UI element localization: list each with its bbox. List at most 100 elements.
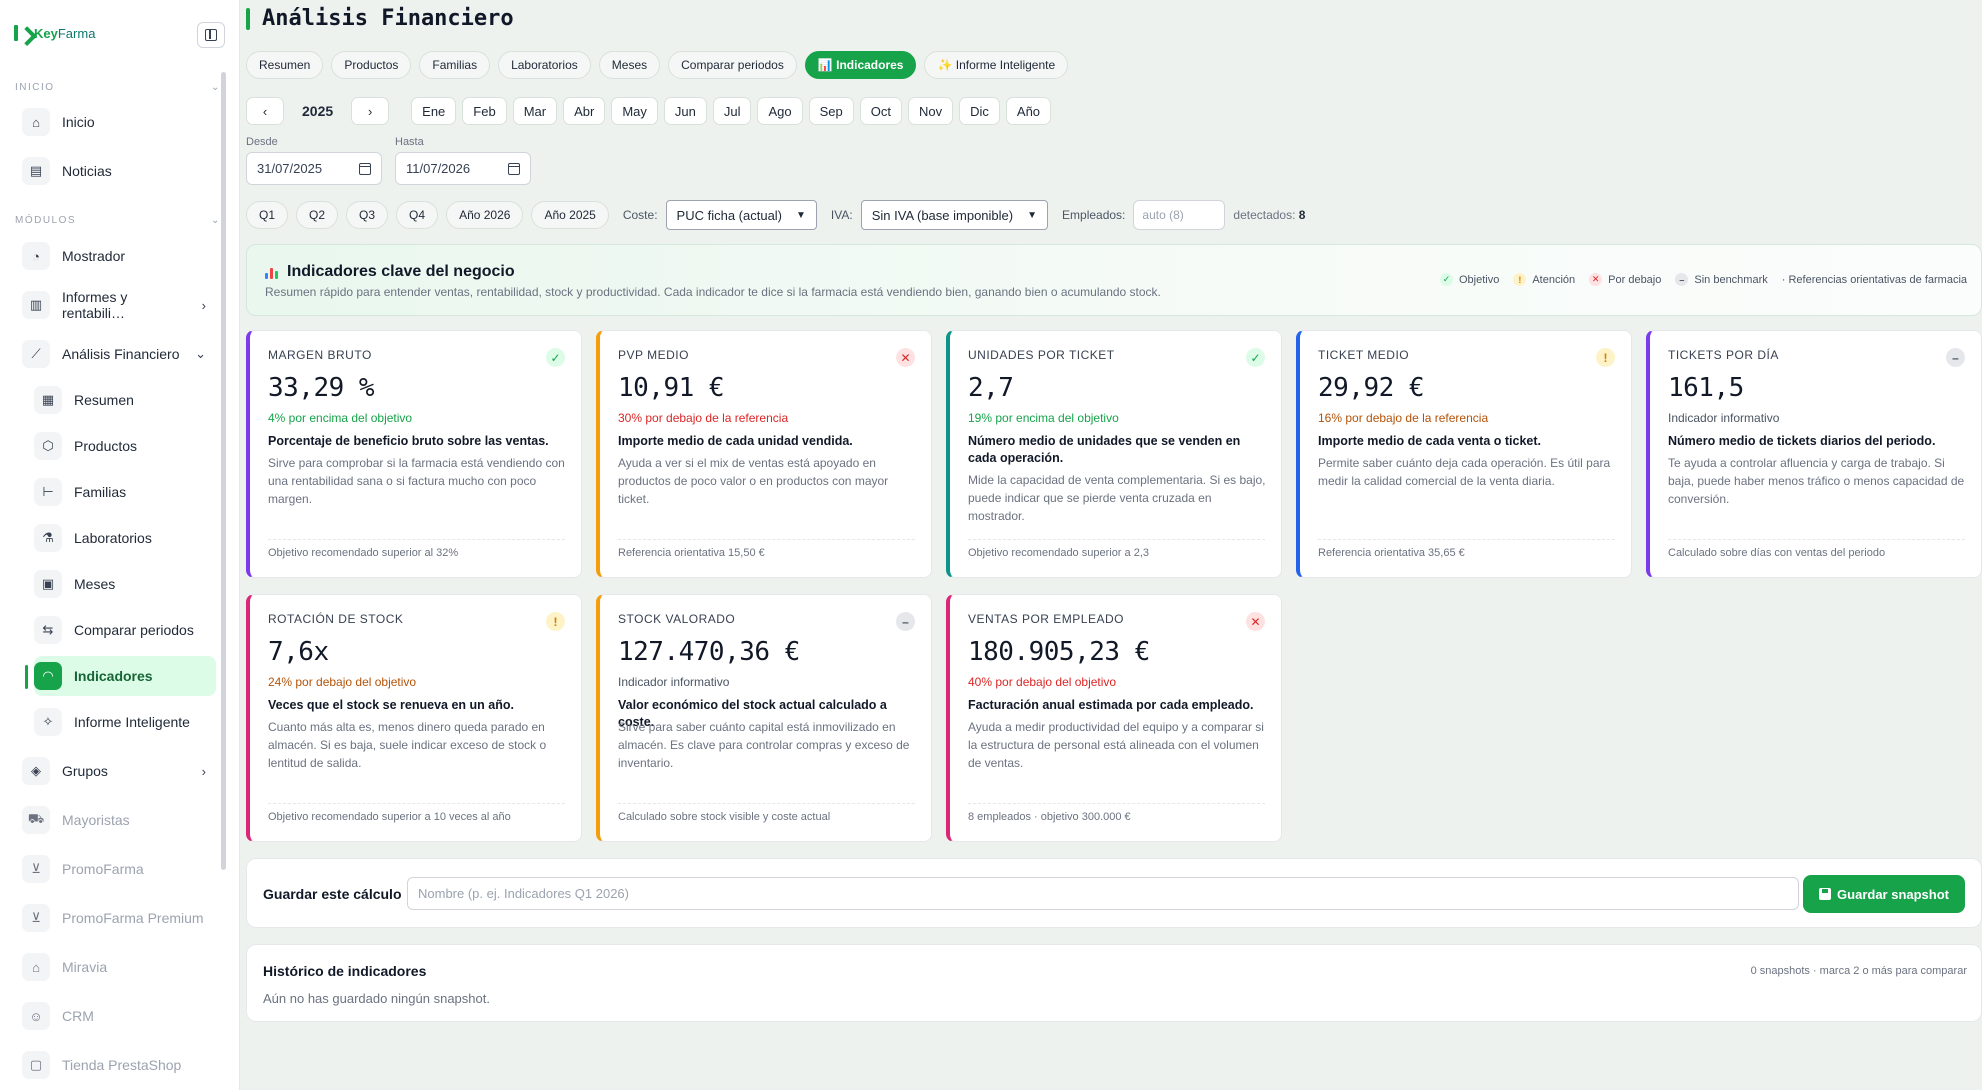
sidebar-subitem-indicadores[interactable]: ◠ Indicadores <box>34 656 216 696</box>
filter-row: Q1 Q2 Q3 Q4 Año 2026 Año 2025 Coste: PUC… <box>246 200 1305 230</box>
save-snapshot-button[interactable]: Guardar snapshot <box>1803 875 1965 913</box>
sidebar-subitem-meses[interactable]: ▣ Meses <box>34 564 216 604</box>
month-button[interactable]: Abr <box>563 97 606 125</box>
legend-item-sin-benchmark: – Sin benchmark <box>1675 273 1768 286</box>
month-button[interactable]: Ago <box>757 97 803 125</box>
sidebar-subitem-resumen[interactable]: ▦ Resumen <box>34 380 216 420</box>
sidebar-item-label: Miravia <box>62 959 108 975</box>
sidebar-item-informes[interactable]: ▥ Informes y rentabili… › <box>18 285 216 325</box>
sidebar-item-miravia[interactable]: ⌂ Miravia <box>18 947 216 987</box>
sidebar-item-label: Meses <box>74 576 116 592</box>
month-button[interactable]: Jun <box>663 97 707 125</box>
truck-icon: ⛟ <box>22 806 50 834</box>
iva-value: Sin IVA (base imponible) <box>871 207 1014 223</box>
chevron-down-icon[interactable]: ⌄ <box>211 215 219 226</box>
month-button[interactable]: Feb <box>462 97 507 125</box>
sidebar-item-tienda-prestashop[interactable]: ▢ Tienda PrestaShop <box>18 1045 216 1085</box>
x-icon: ✕ <box>1246 612 1265 631</box>
tab-informe-inteligente[interactable]: ✨ Informe Inteligente <box>924 51 1069 79</box>
sidebar-item-label: Productos <box>74 438 138 454</box>
sidebar-subitem-informe-inteligente[interactable]: ✧ Informe Inteligente <box>34 702 216 742</box>
date-from-input[interactable]: 31/07/2025 <box>246 152 382 185</box>
sidebar-item-analisis-financiero[interactable]: ⟋ Análisis Financiero ⌄ <box>18 334 216 374</box>
kpi-legend: ✓ Objetivo ! Atención ✕ Por debajo – Sin ben… <box>1439 273 1967 286</box>
tab-comparar-periodos[interactable]: Comparar periodos <box>668 51 797 79</box>
month-button[interactable]: May <box>611 97 658 125</box>
next-year-button[interactable]: › <box>351 97 390 125</box>
sidebar-item-promofarma[interactable]: ⊻ PromoFarma <box>18 849 216 889</box>
home-icon: ⌂ <box>22 108 50 136</box>
sidebar-item-label: Laboratorios <box>74 530 152 546</box>
tab-meses[interactable]: Meses <box>598 51 661 79</box>
sidebar-subitem-familias[interactable]: ⊢ Familias <box>34 472 216 512</box>
chevron-down-icon: ▼ <box>796 209 806 221</box>
sidebar-item-inicio[interactable]: ⌂ Inicio <box>18 102 216 142</box>
kpi-card-status: 40% por debajo del objetivo <box>968 675 1117 689</box>
date-from-label: Desde <box>246 136 278 148</box>
sidebar-item-label: Análisis Financiero <box>62 346 180 362</box>
full-year-button[interactable]: Año <box>1005 97 1052 125</box>
sidebar-subitem-laboratorios[interactable]: ⚗ Laboratorios <box>34 518 216 558</box>
quick-filter-q1[interactable]: Q1 <box>246 201 289 229</box>
month-button[interactable]: Oct <box>859 97 902 125</box>
chevron-down-icon[interactable]: ⌄ <box>211 82 219 93</box>
sidebar-item-mostrador[interactable]: ◔ Mostrador <box>18 236 216 276</box>
kpi-panel-title: Indicadores clave del negocio <box>265 263 515 281</box>
coste-select[interactable]: PUC ficha (actual) ▼ <box>665 200 817 230</box>
kpi-card-headline: Veces que el stock se renueva en un año. <box>268 698 514 712</box>
tab-indicadores[interactable]: 📊 Indicadores <box>804 51 917 79</box>
kpi-card-headline: Facturación anual estimada por cada empl… <box>968 698 1254 712</box>
kpi-card-label: VENTAS POR EMPLEADO <box>968 612 1124 626</box>
kpi-card-status: Indicador informativo <box>618 675 730 689</box>
iva-select[interactable]: Sin IVA (base imponible) ▼ <box>860 200 1049 230</box>
quick-filter-year-2026[interactable]: Año 2026 <box>446 201 524 229</box>
tab-productos[interactable]: Productos <box>331 51 412 79</box>
sidebar-subitem-productos[interactable]: ⬡ Productos <box>34 426 216 466</box>
sidebar-item-label: Mostrador <box>62 248 126 264</box>
year-label: 2025 <box>302 103 334 119</box>
quick-filter-q2[interactable]: Q2 <box>296 201 339 229</box>
legend-item-atencion: ! Atención <box>1513 273 1575 286</box>
sidebar-item-crm[interactable]: ☺ CRM <box>18 996 216 1036</box>
month-button[interactable]: Mar <box>512 97 558 125</box>
kpi-card-label: UNIDADES POR TICKET <box>968 348 1115 362</box>
kpi-card-description: Sirve para saber cuánto capital está inm… <box>618 720 910 770</box>
prev-year-button[interactable]: ‹ <box>246 97 284 125</box>
history-panel: Histórico de indicadores 0 snapshots · m… <box>246 944 1982 1022</box>
tab-familias[interactable]: Familias <box>419 51 491 79</box>
month-button[interactable]: Jul <box>712 97 752 125</box>
month-button[interactable]: Dic <box>959 97 1000 125</box>
sidebar-item-label: Familias <box>74 484 127 500</box>
active-indicator <box>25 665 28 689</box>
date-to-input[interactable]: 11/07/2026 <box>395 152 531 185</box>
tab-resumen[interactable]: Resumen <box>246 51 324 79</box>
empleados-label: Empleados: <box>1062 208 1126 222</box>
detected-label: detectados: <box>1233 208 1296 222</box>
kpi-card-footnote: Objetivo recomendado superior a 10 veces… <box>268 811 511 823</box>
sparkle-icon: ✧ <box>34 708 62 736</box>
month-button[interactable]: Nov <box>908 97 954 125</box>
month-button[interactable]: Ene <box>411 97 457 125</box>
sidebar-item-mayoristas[interactable]: ⛟ Mayoristas <box>18 800 216 840</box>
brand-logo[interactable]: KeyFarma <box>12 24 95 42</box>
kpi-card-label: MARGEN BRUTO <box>268 348 372 362</box>
kpi-card-footnote: Objetivo recomendado superior al 32% <box>268 547 459 559</box>
kpi-card-status: 4% por encima del objetivo <box>268 411 413 425</box>
sidebar-item-promofarma-premium[interactable]: ⊻ PromoFarma Premium <box>18 898 216 938</box>
sidebar-subitem-comparar-periodos[interactable]: ⇆ Comparar periodos <box>34 610 216 650</box>
tab-laboratorios[interactable]: Laboratorios <box>498 51 591 79</box>
brand-name-a: Key <box>34 25 58 41</box>
kpi-card-value: 127.470,36 € <box>618 637 800 667</box>
empleados-input[interactable]: auto (8) <box>1133 200 1226 230</box>
month-button[interactable]: Sep <box>808 97 854 125</box>
sidebar-collapse-button[interactable] <box>197 22 225 48</box>
sidebar-scrollbar[interactable] <box>221 72 226 870</box>
sidebar-item-grupos[interactable]: ◈ Grupos › <box>18 751 216 791</box>
legend-label: Por debajo <box>1608 273 1662 286</box>
legend-item-objetivo: ✓ Objetivo <box>1439 273 1499 286</box>
quick-filter-q4[interactable]: Q4 <box>396 201 439 229</box>
snapshot-name-input[interactable]: Nombre (p. ej. Indicadores Q1 2026) <box>407 877 1799 910</box>
sidebar-item-noticias[interactable]: ▤ Noticias <box>18 151 216 191</box>
quick-filter-year-2025[interactable]: Año 2025 <box>531 201 609 229</box>
quick-filter-q3[interactable]: Q3 <box>346 201 389 229</box>
